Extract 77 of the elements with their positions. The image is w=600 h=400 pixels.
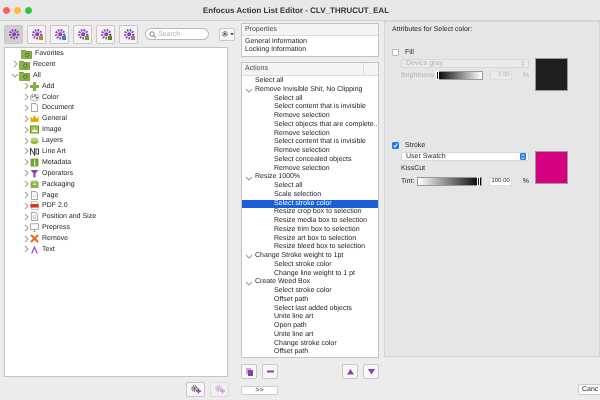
chevron-right-icon[interactable] bbox=[22, 212, 30, 221]
pdf-icon bbox=[30, 201, 39, 210]
slider-thumb[interactable] bbox=[436, 71, 439, 80]
duplicate-button[interactable] bbox=[241, 364, 257, 379]
info-icon bbox=[30, 158, 39, 167]
layers-icon bbox=[30, 136, 39, 146]
monitor-icon bbox=[30, 223, 39, 232]
action-gear-button[interactable] bbox=[4, 24, 23, 44]
cross-icon bbox=[30, 234, 39, 244]
chevron-down-icon[interactable] bbox=[245, 174, 253, 182]
gear-plus-icon bbox=[214, 384, 226, 394]
action-gear-button[interactable] bbox=[119, 24, 138, 44]
chevron-right-icon[interactable] bbox=[22, 169, 30, 178]
add-action-button[interactable] bbox=[186, 382, 205, 396]
chevron-right-icon[interactable] bbox=[22, 126, 30, 134]
chevron-down-icon[interactable] bbox=[245, 252, 253, 260]
gear-plus-icon bbox=[190, 384, 202, 394]
chevron-down-icon[interactable] bbox=[245, 278, 253, 287]
chevron-right-icon[interactable] bbox=[22, 114, 30, 123]
action-gear-button[interactable] bbox=[73, 24, 92, 44]
triangle-down-icon bbox=[366, 367, 376, 376]
chevron-right-icon[interactable] bbox=[22, 93, 30, 101]
gradient-slider[interactable] bbox=[436, 71, 483, 80]
chevron-right-icon[interactable] bbox=[22, 224, 30, 232]
folder-icon bbox=[21, 48, 32, 59]
stepper-icon bbox=[520, 60, 526, 67]
chevron-right-icon[interactable] bbox=[22, 180, 30, 188]
gear-icon bbox=[122, 27, 136, 41]
triangle-icon bbox=[30, 244, 39, 254]
search-icon bbox=[149, 31, 156, 38]
chevron-down-icon[interactable] bbox=[245, 86, 253, 94]
chevron-right-icon[interactable] bbox=[11, 60, 19, 68]
gear-icon bbox=[30, 27, 44, 41]
gradient-slider[interactable] bbox=[417, 177, 482, 186]
crown-icon bbox=[30, 114, 39, 124]
image-icon bbox=[30, 125, 39, 134]
folder-icon bbox=[19, 58, 30, 70]
chevron-right-icon[interactable] bbox=[22, 202, 30, 210]
page-icon bbox=[30, 190, 39, 200]
funnel-icon bbox=[30, 168, 39, 178]
checkbox[interactable] bbox=[392, 48, 399, 56]
triangle-up-icon bbox=[346, 367, 354, 376]
stepper-icon bbox=[520, 153, 526, 160]
action-gear-button[interactable] bbox=[50, 24, 69, 44]
folder-icon bbox=[19, 70, 30, 81]
box-icon bbox=[30, 180, 39, 189]
chevron-down-icon[interactable] bbox=[11, 71, 19, 80]
page-icon bbox=[30, 212, 39, 222]
window-title: Enfocus Action List Editor - CLV_THRUCUT_EAL bbox=[202, 6, 390, 14]
gear-icon bbox=[6, 27, 20, 41]
slider-thumb[interactable] bbox=[477, 177, 480, 186]
action-gear-button[interactable] bbox=[96, 24, 115, 44]
caret-icon bbox=[230, 32, 234, 36]
gear-icon bbox=[98, 27, 112, 41]
move-down-button[interactable] bbox=[363, 364, 379, 379]
line-art-icon bbox=[30, 146, 39, 156]
move-up-button[interactable] bbox=[342, 364, 358, 379]
gear-icon bbox=[76, 27, 90, 41]
checkmark-icon bbox=[393, 142, 398, 148]
chevron-right-icon[interactable] bbox=[22, 147, 30, 156]
checked-checkbox[interactable] bbox=[392, 142, 399, 148]
chevron-right-icon[interactable] bbox=[22, 234, 30, 243]
chevron-right-icon[interactable] bbox=[22, 136, 30, 145]
chevron-right-icon[interactable] bbox=[22, 82, 30, 90]
remove-button[interactable] bbox=[262, 364, 278, 379]
settings-icon bbox=[220, 30, 228, 38]
document-icon bbox=[30, 103, 39, 112]
copy-icon bbox=[244, 367, 254, 376]
gear-icon bbox=[52, 27, 66, 41]
plus-icon bbox=[30, 82, 39, 91]
palette-icon bbox=[30, 92, 39, 102]
settings-menu-button[interactable] bbox=[219, 28, 235, 40]
chevron-right-icon[interactable] bbox=[22, 245, 30, 254]
chevron-right-icon[interactable] bbox=[22, 191, 30, 200]
chevron-right-icon[interactable] bbox=[22, 104, 30, 112]
chevron-right-icon[interactable] bbox=[22, 158, 30, 166]
action-gear-button[interactable] bbox=[27, 24, 46, 44]
